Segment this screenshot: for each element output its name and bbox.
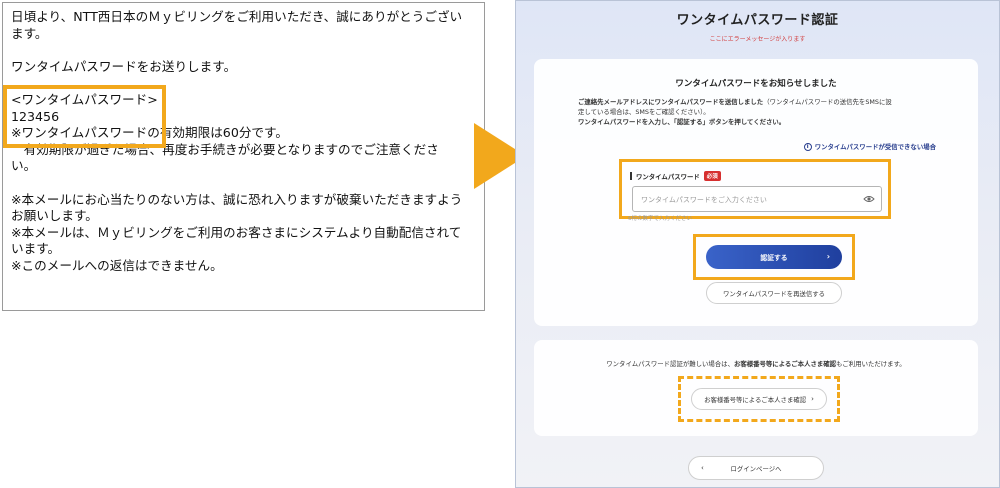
email-line: い。 [11,158,37,174]
alternative-card: ワンタイムパスワード認証が難しい場合は、お客様番号等によるご本人さま確認もご利用… [534,340,978,436]
email-line: ます。 [11,25,48,41]
resend-button[interactable]: ワンタイムパスワードを再送信する [706,282,842,304]
otp-input[interactable] [633,188,853,212]
identity-check-button[interactable]: お客様番号等によるご本人さま確認 › [691,388,827,410]
otp-label-line: <ワンタイムパスワード> [11,91,158,107]
email-line: お願いします。 [11,208,98,224]
otp-code: 123456 [11,108,60,124]
otp-screen: ワンタイムパスワード認証 ここにエラーメッセージが入ります ワンタイムパスワード… [515,0,1000,488]
email-line: います。 [11,241,61,257]
otp-not-received-link[interactable]: i ワンタイムパスワードが受信できない場合 [803,142,936,151]
email-line: ※このメールへの返信はできません。 [11,257,223,273]
verify-highlight: 認証する › [693,234,855,280]
composite-figure: 日頃より、NTT西日本のＭｙビリングをご利用いただき、誠にありがとうござい ます… [0,0,1000,488]
email-body: 日頃より、NTT西日本のＭｙビリングをご利用いただき、誠にありがとうござい ます… [2,2,485,311]
chevron-right-icon: › [826,252,830,261]
chevron-left-icon: ‹ [701,464,704,472]
otp-field-highlight: ワンタイムパスワード 必須 [619,159,891,219]
eye-icon[interactable] [863,195,875,203]
required-badge: 必須 [703,171,721,181]
otp-card-description: ご連絡先メールアドレスにワンタイムパスワードを送信しました（ワンタイムパスワード… [578,97,948,127]
otp-card-heading: ワンタイムパスワードをお知らせしました [675,79,837,89]
email-line: 有効期限が過ぎた場合、再度お手続きが必要となりますのでご注意くださ [11,141,439,157]
login-page-button[interactable]: ‹ ログインページへ [688,456,824,480]
page-title: ワンタイムパスワード認証 [676,13,839,28]
email-line: ※本メールは、Ｍｙビリングをご利用のお客さまにシステムより自動配信されて [11,224,462,240]
otp-card: ワンタイムパスワードをお知らせしました ご連絡先メールアドレスにワンタイムパスワ… [534,59,978,326]
identity-highlight: お客様番号等によるご本人さま確認 › [678,376,840,422]
alternative-text: ワンタイムパスワード認証が難しい場合は、お客様番号等によるご本人さま確認もご利用… [606,360,906,368]
error-message: ここにエラーメッセージが入ります [709,36,806,43]
help-link-label: ワンタイムパスワードが受信できない場合 [814,143,936,151]
identity-button-label: お客様番号等によるご本人さま確認 [704,395,807,404]
desc-line3: ワンタイムパスワードを入力し、「認証する」ボタンを押してください。 [578,118,786,126]
email-line: ※本メールにお心当たりのない方は、誠に恐れ入りますが破棄いただきますよう [11,191,463,207]
desc-line2: 定している場合は、SMSをご確認ください）。 [578,108,710,116]
login-button-label: ログインページへ [730,464,782,473]
email-line: 日頃より、NTT西日本のＭｙビリングをご利用いただき、誠にありがとうござい [11,9,463,24]
email-line: ワンタイムパスワードをお送りします。 [11,58,237,74]
email-line: ※ワンタイムパスワードの有効期限は60分です。 [11,125,288,141]
info-icon: i [803,142,812,151]
otp-field-label: ワンタイムパスワード 必須 [630,171,721,181]
verify-button[interactable]: 認証する › [706,245,842,269]
desc-bold: ご連絡先メールアドレスにワンタイムパスワードを送信しました [578,98,764,106]
input-hint: 6桁の数字で入力ください [628,216,693,222]
verify-button-label: 認証する [760,254,788,262]
otp-input-wrapper [632,186,882,212]
chevron-right-icon: › [811,395,814,403]
desc-rest: （ワンタイムパスワードの送信先をSMSに設 [763,98,892,106]
field-label-text: ワンタイムパスワード [636,172,700,181]
